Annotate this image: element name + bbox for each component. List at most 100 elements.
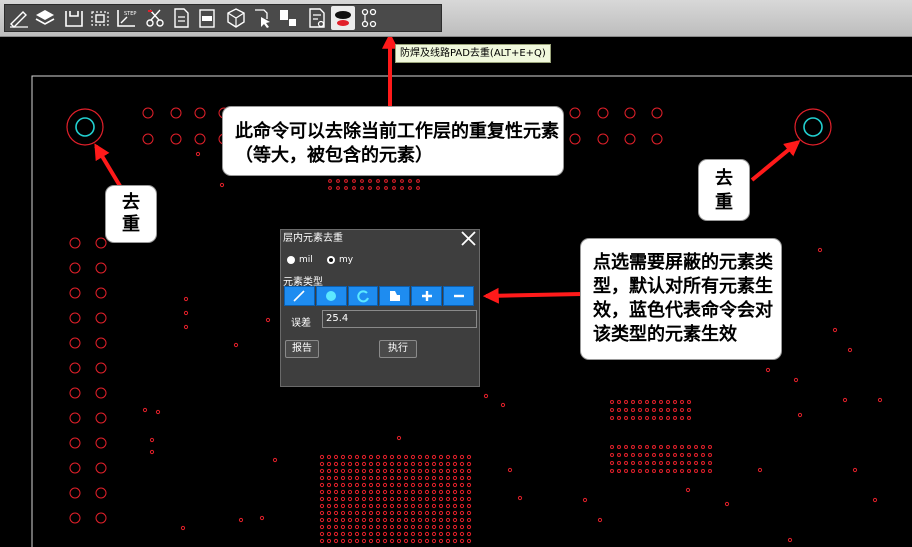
board-pad xyxy=(438,538,444,544)
callout-dedupe-right: 去 重 xyxy=(699,160,749,220)
board-pad xyxy=(872,497,878,503)
board-pad xyxy=(424,496,430,502)
type-plus-button[interactable] xyxy=(411,286,443,306)
3d-box-icon xyxy=(227,8,245,28)
board-pad xyxy=(95,437,107,449)
board-pad xyxy=(410,524,416,530)
pen-button[interactable] xyxy=(7,6,31,30)
board-pad xyxy=(431,524,437,530)
type-arc-button[interactable] xyxy=(347,286,379,306)
board-pad xyxy=(438,496,444,502)
type-minus-button[interactable] xyxy=(443,286,474,306)
step-export-button[interactable]: STEP xyxy=(114,6,138,30)
board-pad xyxy=(340,461,346,467)
board-pad xyxy=(389,475,395,481)
board-pad xyxy=(403,461,409,467)
board-pad xyxy=(659,400,663,404)
board-pad xyxy=(368,186,372,190)
board-pad xyxy=(459,475,465,481)
board-pad xyxy=(765,367,771,373)
board-pad xyxy=(673,469,677,473)
board-pad xyxy=(701,453,705,457)
board-pad xyxy=(424,503,430,509)
board-pad xyxy=(382,538,388,544)
execute-button[interactable]: 执行 xyxy=(379,340,417,358)
board-pad xyxy=(757,467,763,473)
board-pad xyxy=(340,503,346,509)
tolerance-input[interactable]: 25.4 xyxy=(322,310,477,328)
save-button[interactable] xyxy=(62,6,86,30)
board-pad xyxy=(340,489,346,495)
report-doc-button[interactable] xyxy=(305,6,329,30)
board-pad xyxy=(417,482,423,488)
scissors-button[interactable] xyxy=(143,6,167,30)
board-pad xyxy=(389,510,395,516)
report-button[interactable]: 报告 xyxy=(285,340,319,358)
board-pad xyxy=(417,461,423,467)
board-pad xyxy=(424,538,430,544)
board-pad xyxy=(183,310,189,316)
line-icon xyxy=(293,290,305,302)
board-pad xyxy=(95,237,107,249)
pdf-export-button[interactable] xyxy=(195,6,219,30)
board-pad xyxy=(617,461,621,465)
board-pad xyxy=(382,461,388,467)
board-pad xyxy=(382,496,388,502)
cursor-doc-button[interactable] xyxy=(250,6,274,30)
board-pad xyxy=(416,179,420,183)
board-pad xyxy=(466,468,472,474)
dedupe-pad-button[interactable] xyxy=(331,6,355,30)
board-pad xyxy=(326,524,332,530)
board-pad xyxy=(95,312,107,324)
board-pad xyxy=(694,453,698,457)
board-pad xyxy=(319,461,325,467)
board-pad xyxy=(416,186,420,190)
board-pad xyxy=(396,482,402,488)
board-pad xyxy=(687,453,691,457)
unit-radio-mil[interactable]: mil xyxy=(287,255,313,265)
board-pad xyxy=(408,179,412,183)
board-pad xyxy=(659,445,663,449)
board-pad xyxy=(354,531,360,537)
type-surface-button[interactable] xyxy=(379,286,411,306)
board-pad xyxy=(659,408,663,412)
board-pad xyxy=(701,461,705,465)
board-pad xyxy=(347,503,353,509)
board-pad xyxy=(347,468,353,474)
board-pad xyxy=(638,408,642,412)
board-pad xyxy=(382,524,388,530)
board-pad xyxy=(431,538,437,544)
board-pad xyxy=(142,107,154,119)
components-button[interactable] xyxy=(276,6,300,30)
board-pad xyxy=(347,538,353,544)
select-frame-button[interactable] xyxy=(88,6,112,30)
board-pad xyxy=(368,524,374,530)
board-pad xyxy=(328,186,332,190)
net-check-button[interactable] xyxy=(357,6,381,30)
cursor-doc-icon xyxy=(255,9,270,28)
board-pad xyxy=(673,453,677,457)
board-pad xyxy=(326,475,332,481)
board-pad xyxy=(610,408,614,412)
board-pad xyxy=(403,531,409,537)
type-pad-button[interactable] xyxy=(315,286,347,306)
board-pad xyxy=(617,469,621,473)
document-export-button[interactable] xyxy=(169,6,193,30)
board-pad xyxy=(238,517,244,523)
board-pad xyxy=(389,524,395,530)
board-pad xyxy=(382,503,388,509)
close-icon[interactable] xyxy=(459,230,477,248)
3d-box-button[interactable] xyxy=(224,6,248,30)
board-pad xyxy=(319,503,325,509)
board-pad xyxy=(417,489,423,495)
board-pad xyxy=(384,179,388,183)
board-pad xyxy=(507,467,513,473)
board-pad xyxy=(375,468,381,474)
board-pad xyxy=(347,531,353,537)
fiducial-right-outer xyxy=(794,108,832,146)
layers-button[interactable] xyxy=(33,6,57,30)
board-pad xyxy=(410,468,416,474)
board-pad xyxy=(638,400,642,404)
unit-radio-my[interactable]: my xyxy=(327,255,353,265)
type-line-button[interactable] xyxy=(284,286,315,306)
